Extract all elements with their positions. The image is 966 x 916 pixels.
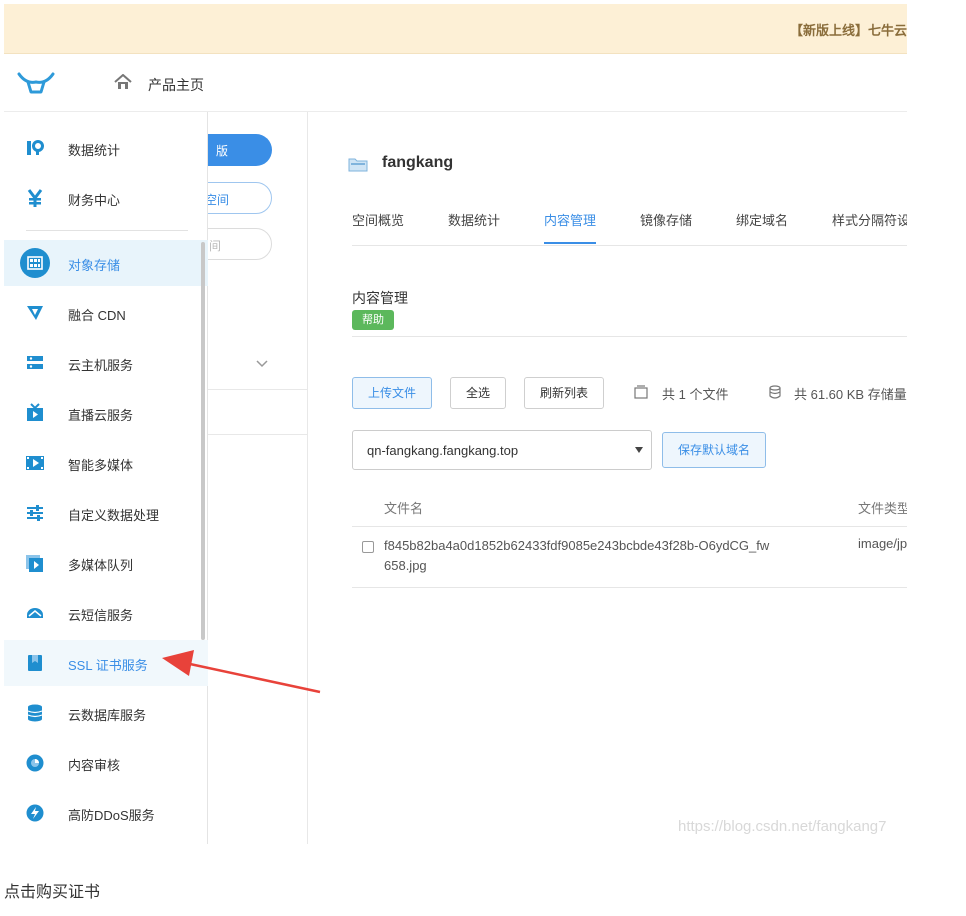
table-header-divider bbox=[352, 526, 907, 527]
sidebar-item-sms[interactable]: 云短信服务 bbox=[4, 590, 208, 636]
secondary-panel: 版 空间 间 bbox=[168, 112, 308, 844]
row-checkbox[interactable] bbox=[362, 541, 374, 553]
media-icon bbox=[26, 456, 44, 470]
new-bucket-label: 空间 bbox=[204, 193, 229, 207]
save-default-domain-button[interactable]: 保存默认域名 bbox=[662, 432, 766, 468]
panel-divider bbox=[208, 434, 308, 435]
select-all-button[interactable]: 全选 bbox=[450, 377, 506, 409]
sidebar-item-label: 多媒体队列 bbox=[68, 558, 134, 573]
chart-icon bbox=[27, 140, 44, 155]
server-icon bbox=[27, 356, 43, 369]
chevron-down-icon[interactable] bbox=[256, 360, 268, 368]
watermark: https://blog.csdn.net/fangkang7 bbox=[678, 818, 887, 835]
sidebar-scrollbar[interactable] bbox=[201, 242, 205, 640]
sidebar-item-label: SSL 证书服务 bbox=[68, 658, 148, 673]
tab-bind-domain[interactable]: 绑定域名 bbox=[736, 210, 788, 244]
refresh-list-button[interactable]: 刷新列表 bbox=[524, 377, 604, 409]
domain-select-value: qn-fangkang.fangkang.top bbox=[367, 443, 519, 458]
ddos-icon bbox=[26, 804, 44, 822]
bucket-name: fangkang bbox=[382, 154, 454, 171]
sidebar-item-label: 云主机服务 bbox=[68, 358, 134, 373]
sidebar-item-finance[interactable]: 财务中心 bbox=[4, 175, 208, 221]
tab-content-management[interactable]: 内容管理 bbox=[544, 210, 597, 244]
tab-style-separator[interactable]: 样式分隔符设 bbox=[832, 210, 907, 244]
bucket-tabs: 空间概览 数据统计 内容管理 镜像存储 绑定域名 样式分隔符设 bbox=[352, 210, 907, 246]
folder-icon bbox=[348, 158, 368, 172]
column-header-filetype[interactable]: 文件类型 bbox=[858, 498, 907, 517]
files-icon bbox=[634, 385, 648, 399]
help-button[interactable]: 帮助 bbox=[352, 310, 394, 330]
upload-button[interactable]: 上传文件 bbox=[352, 377, 432, 409]
screenshot: 【新版上线】七牛云 产品主页 版 空间 间 数据统计 财务中心 对象存储 融合 … bbox=[4, 4, 907, 844]
sidebar-item-label: 自定义数据处理 bbox=[68, 508, 160, 523]
table-row-divider bbox=[352, 587, 907, 588]
live-icon bbox=[27, 403, 43, 421]
bucket-option-label: 间 bbox=[208, 239, 221, 253]
sidebar-item-ddos[interactable]: 高防DDoS服务 bbox=[4, 790, 208, 836]
home-link[interactable]: 产品主页 bbox=[148, 75, 204, 95]
file-name-cell[interactable]: f845b82ba4a0d1852b62433fdf9085e243bcbde4… bbox=[384, 536, 774, 576]
column-header-filename[interactable]: 文件名 bbox=[384, 498, 423, 517]
file-count: 共 1 个文件 bbox=[662, 387, 729, 402]
database-icon bbox=[769, 385, 781, 399]
sidebar-item-label: 高防DDoS服务 bbox=[68, 808, 155, 823]
section-title: 内容管理 bbox=[352, 290, 408, 306]
caption-text: 点击购买证书 bbox=[4, 884, 101, 901]
top-bar: 产品主页 bbox=[4, 54, 907, 112]
new-version-label: 版 bbox=[215, 144, 228, 158]
storage-usage: 共 61.60 KB 存储量 bbox=[794, 387, 907, 402]
sidebar-item-label: 云数据库服务 bbox=[68, 708, 147, 723]
sliders-icon bbox=[27, 505, 43, 521]
banner-text[interactable]: 【新版上线】七牛云 bbox=[790, 20, 907, 39]
yen-icon bbox=[27, 189, 43, 207]
file-type-cell: image/jp bbox=[858, 536, 907, 551]
sidebar-item-label: 云短信服务 bbox=[68, 608, 134, 623]
tab-stats[interactable]: 数据统计 bbox=[448, 210, 500, 244]
caret-down-icon bbox=[635, 447, 643, 453]
sidebar-item-cdn[interactable]: 融合 CDN bbox=[4, 290, 208, 336]
sidebar-item-audit[interactable]: 内容审核 bbox=[4, 740, 208, 786]
sidebar-item-ssl[interactable]: SSL 证书服务 bbox=[4, 640, 208, 686]
product-sidebar: 数据统计 财务中心 对象存储 融合 CDN 云主机服务 直播云服务 智能多媒体 … bbox=[4, 112, 208, 844]
sidebar-divider bbox=[26, 230, 188, 231]
sidebar-item-label: 数据统计 bbox=[68, 143, 121, 158]
sidebar-item-media[interactable]: 智能多媒体 bbox=[4, 440, 208, 486]
cdn-icon bbox=[27, 306, 43, 320]
queue-icon bbox=[26, 555, 43, 572]
sidebar-item-label: 内容审核 bbox=[68, 758, 121, 773]
sidebar-item-media-queue[interactable]: 多媒体队列 bbox=[4, 540, 208, 586]
storage-icon bbox=[20, 248, 50, 278]
sidebar-item-object-storage[interactable]: 对象存储 bbox=[4, 240, 208, 286]
sidebar-item-label: 融合 CDN bbox=[68, 308, 126, 323]
sidebar-item-data-processing[interactable]: 自定义数据处理 bbox=[4, 490, 208, 536]
tabs-underline bbox=[352, 245, 907, 246]
sidebar-item-label: 财务中心 bbox=[68, 193, 121, 208]
sidebar-item-live[interactable]: 直播云服务 bbox=[4, 390, 208, 436]
audit-icon bbox=[26, 754, 44, 772]
sidebar-item-database[interactable]: 云数据库服务 bbox=[4, 690, 208, 736]
qiniu-logo-icon[interactable] bbox=[16, 70, 56, 96]
section-divider bbox=[352, 336, 907, 337]
sidebar-item-cloud-host[interactable]: 云主机服务 bbox=[4, 340, 208, 386]
tab-mirror-storage[interactable]: 镜像存储 bbox=[640, 210, 692, 244]
ssl-icon bbox=[28, 655, 42, 671]
sidebar-item-label: 智能多媒体 bbox=[68, 458, 134, 473]
domain-select[interactable]: qn-fangkang.fangkang.top bbox=[352, 430, 652, 470]
announcement-banner[interactable]: 【新版上线】七牛云 bbox=[4, 4, 907, 54]
main-content: fangkang 空间概览 数据统计 内容管理 镜像存储 绑定域名 样式分隔符设… bbox=[308, 112, 907, 844]
home-icon[interactable] bbox=[114, 74, 132, 90]
sidebar-item-stats[interactable]: 数据统计 bbox=[4, 125, 208, 171]
database-icon bbox=[27, 704, 43, 722]
sidebar-item-label: 对象存储 bbox=[68, 258, 121, 273]
sidebar-item-label: 直播云服务 bbox=[68, 408, 134, 423]
tab-overview[interactable]: 空间概览 bbox=[352, 210, 404, 244]
panel-divider bbox=[208, 389, 308, 390]
sms-icon bbox=[27, 608, 43, 618]
